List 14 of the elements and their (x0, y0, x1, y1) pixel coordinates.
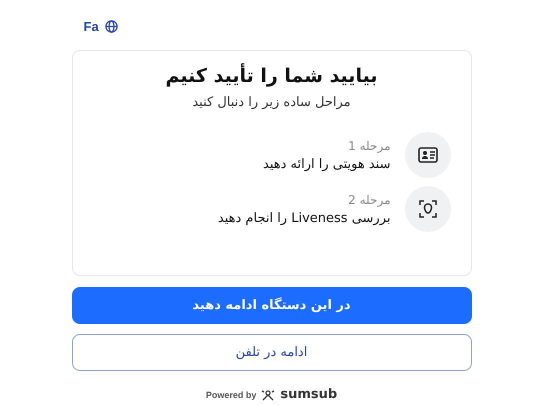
powered-by-text: Powered by (206, 390, 256, 400)
brand-name: sumsub (280, 387, 338, 402)
card-subtitle: مراحل ساده زیر را دنبال کنید (191, 95, 352, 110)
globe-icon[interactable] (104, 20, 118, 32)
face-scan-icon (418, 200, 436, 218)
step-label: بررسی Liveness را انجام دهید (218, 210, 390, 226)
step-number: مرحله 1 (347, 138, 390, 152)
step-label: سند هویتی را ارائه دهید (263, 156, 390, 172)
phone-button[interactable]: ادامه در تلفن (72, 334, 472, 371)
continue-button[interactable]: در این دستگاه ادامه دهید (72, 287, 472, 324)
id-card-icon (418, 147, 438, 163)
language-selector[interactable]: Fa (84, 18, 99, 34)
card-title: بیایید شما را تأیید کنیم (164, 65, 378, 87)
step-number: مرحله 2 (347, 192, 390, 206)
